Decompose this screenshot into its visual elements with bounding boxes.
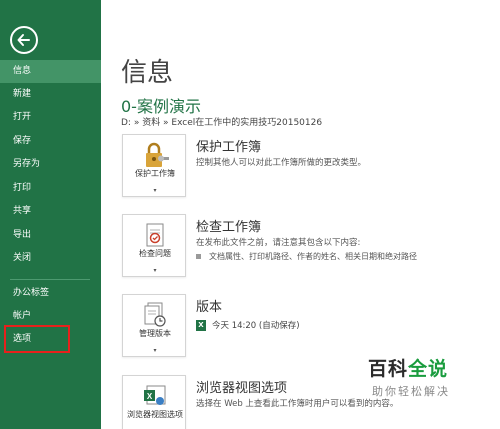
- document-path[interactable]: D: » 资料 » Excel在工作中的实用技巧20150126: [121, 115, 322, 128]
- protect-workbook-label: 保护工作簿: [135, 169, 175, 178]
- protect-workbook-heading: 保护工作簿: [196, 140, 262, 155]
- chevron-down-icon: ▾: [153, 347, 157, 354]
- watermark-logo: 百科全说: [368, 354, 448, 381]
- page-title: 信息: [121, 58, 174, 88]
- inspect-bullet-text: 文档属性、打印机路径、作者的姓名、相关日期和绝对路径: [209, 252, 417, 261]
- watermark-subtitle: 助你轻松解决: [372, 385, 450, 398]
- browser-view-options-button[interactable]: X 浏览器视图选项: [122, 375, 186, 429]
- sidebar-item-save-as[interactable]: 另存为: [0, 153, 101, 176]
- sidebar-item-export[interactable]: 导出: [0, 224, 101, 247]
- check-for-issues-label: 检查问题: [139, 249, 171, 258]
- inspect-document-icon: [139, 221, 171, 251]
- inspect-bullet: 文档属性、打印机路径、作者的姓名、相关日期和绝对路径: [196, 251, 417, 262]
- lock-key-icon: [139, 141, 171, 171]
- sidebar-item-save[interactable]: 保存: [0, 130, 101, 153]
- version-entry-text[interactable]: 今天 14:20 (自动保存): [212, 321, 300, 331]
- sidebar-item-close[interactable]: 关闭: [0, 247, 101, 270]
- protect-workbook-button[interactable]: 保护工作簿 ▾: [122, 134, 186, 197]
- sidebar-item-new[interactable]: 新建: [0, 83, 101, 106]
- watermark-title-part1: 百科: [368, 358, 409, 380]
- version-entry[interactable]: X 今天 14:20 (自动保存): [196, 319, 300, 331]
- browser-view-options-label: 浏览器视图选项: [127, 410, 183, 419]
- versions-heading: 版本: [196, 300, 223, 315]
- back-arrow-icon[interactable]: [10, 26, 38, 54]
- protect-workbook-description: 控制其他人可以对此工作簿所做的更改类型。: [196, 158, 367, 168]
- sidebar-item-open[interactable]: 打开: [0, 106, 101, 129]
- browser-view-icon: X: [139, 382, 171, 412]
- chevron-down-icon: ▾: [153, 267, 157, 274]
- watermark-title-part2: 全说: [408, 358, 449, 380]
- check-for-issues-button[interactable]: 检查问题 ▾: [122, 214, 186, 277]
- excel-file-icon: X: [196, 320, 206, 331]
- inspect-workbook-heading: 检查工作簿: [196, 220, 262, 235]
- manage-versions-icon: [139, 301, 171, 331]
- browser-view-description: 选择在 Web 上查看此工作簿时用户可以看到的内容。: [196, 399, 399, 409]
- sidebar-item-office-tab[interactable]: 办公标签: [0, 282, 101, 305]
- manage-versions-label: 管理版本: [139, 329, 171, 338]
- sidebar-divider: [10, 279, 90, 280]
- svg-text:X: X: [147, 392, 153, 401]
- sidebar-item-share[interactable]: 共享: [0, 200, 101, 223]
- sidebar-item-info[interactable]: 信息: [0, 60, 101, 83]
- inspect-workbook-description: 在发布此文件之前，请注意其包含以下内容:: [196, 238, 361, 248]
- document-title: 0-案例演示: [121, 97, 201, 116]
- browser-view-heading: 浏览器视图选项: [196, 381, 288, 396]
- backstage-sidebar: 信息 新建 打开 保存 另存为 打印 共享 导出 关闭 办公标签 帐户 选项: [0, 0, 101, 429]
- manage-versions-button[interactable]: 管理版本 ▾: [122, 294, 186, 357]
- options-highlight-box: [4, 325, 70, 353]
- chevron-down-icon: ▾: [153, 187, 157, 194]
- bullet-square-icon: [196, 254, 201, 259]
- sidebar-item-print[interactable]: 打印: [0, 177, 101, 200]
